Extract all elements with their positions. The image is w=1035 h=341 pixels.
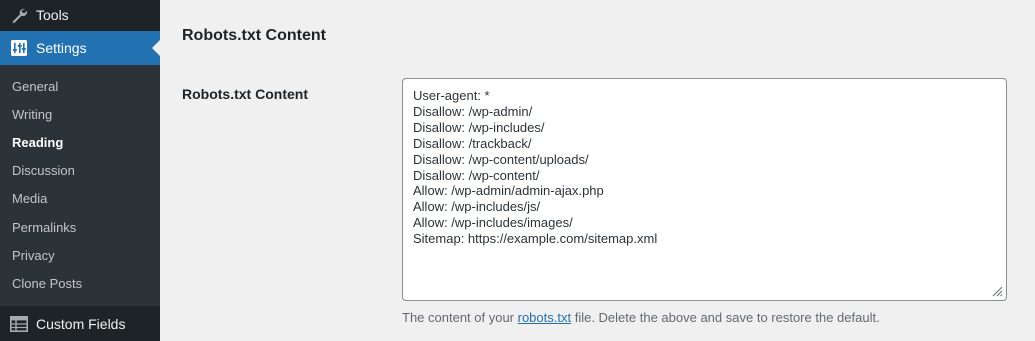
resize-handle-icon[interactable]	[991, 285, 1003, 297]
sidebar-item-settings[interactable]: Settings	[0, 31, 160, 65]
description-text: file. Delete the above and save to resto…	[571, 310, 880, 325]
table-icon	[9, 314, 29, 334]
submenu-item-discussion[interactable]: Discussion	[12, 161, 75, 181]
submenu-item-general[interactable]: General	[12, 77, 58, 97]
sidebar-item-tools[interactable]: Tools	[0, 0, 160, 32]
field-description: The content of your robots.txt file. Del…	[402, 310, 880, 325]
sidebar-item-custom-fields[interactable]: Custom Fields	[0, 306, 160, 341]
section-title: Robots.txt Content	[182, 27, 326, 44]
robots-txt-link[interactable]: robots.txt	[518, 310, 571, 325]
submenu-item-reading[interactable]: Reading	[12, 133, 63, 153]
admin-sidebar: Tools Settings General Writing Reading D…	[0, 0, 160, 341]
submenu-item-clone-posts[interactable]: Clone Posts	[12, 274, 82, 294]
submenu-item-permalinks[interactable]: Permalinks	[12, 218, 76, 238]
submenu-item-media[interactable]: Media	[12, 189, 47, 209]
submenu-item-writing[interactable]: Writing	[12, 105, 52, 125]
sidebar-item-label: Tools	[36, 7, 69, 23]
wrench-icon	[9, 5, 29, 25]
settings-submenu: General Writing Reading Discussion Media…	[0, 65, 160, 306]
robots-field-label: Robots.txt Content	[182, 86, 308, 102]
submenu-item-privacy[interactable]: Privacy	[12, 246, 55, 266]
sidebar-item-label: Settings	[36, 40, 87, 56]
description-text: The content of your	[402, 310, 518, 325]
robots-txt-textarea[interactable]: User-agent: * Disallow: /wp-admin/ Disal…	[402, 78, 1007, 301]
sidebar-item-label: Custom Fields	[36, 315, 126, 332]
settings-sliders-icon	[9, 38, 29, 58]
